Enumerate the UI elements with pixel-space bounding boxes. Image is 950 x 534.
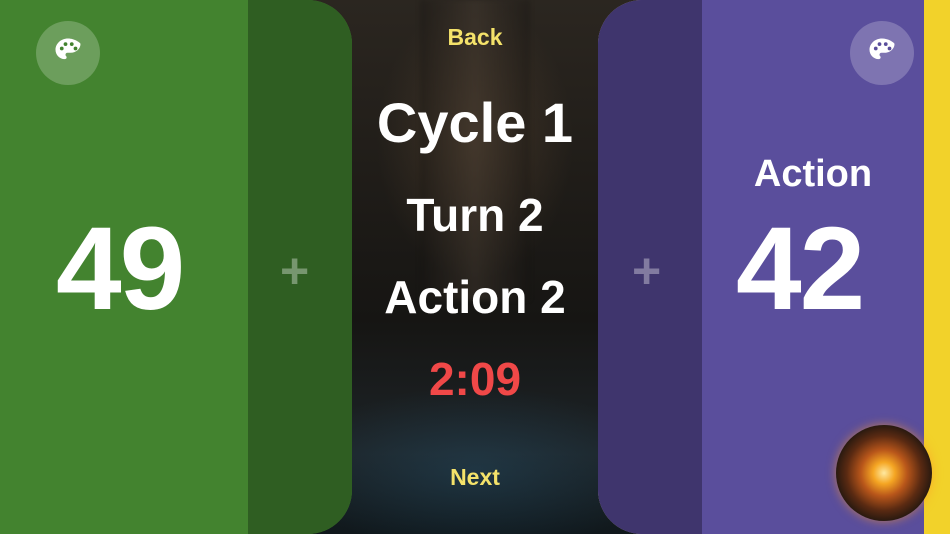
turn-label: Turn 2 — [406, 189, 544, 241]
player-right-status-label: Action — [753, 153, 873, 195]
cycle-label: Cycle 1 — [376, 91, 574, 154]
player-right-color-button[interactable] — [850, 21, 914, 85]
player-right-life-total: 42 — [736, 203, 865, 335]
player-left-panel[interactable]: 49 + — [0, 0, 352, 534]
player-left-color-button[interactable] — [36, 21, 100, 85]
player-left-life-total: 49 — [56, 203, 185, 335]
back-button[interactable]: Back — [352, 24, 598, 51]
game-emblem-icon[interactable] — [836, 425, 932, 521]
action-counter-label: Action 2 — [384, 271, 566, 323]
turn-timer: 2:09 — [428, 353, 522, 405]
palette-icon — [867, 36, 897, 71]
player-left-plus-icon[interactable]: + — [280, 246, 309, 296]
next-button[interactable]: Next — [352, 464, 598, 491]
palette-icon — [53, 36, 83, 71]
player-right-plus-icon[interactable]: + — [632, 246, 661, 296]
